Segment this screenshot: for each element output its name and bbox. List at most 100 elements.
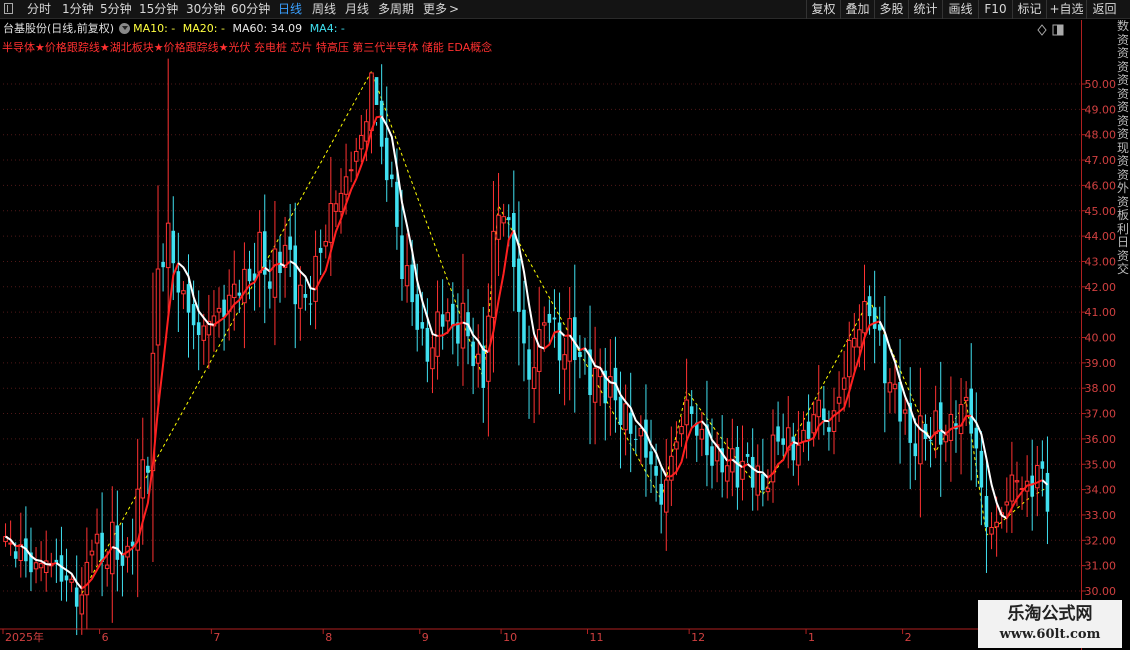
side-char: 资 [1116,86,1129,101]
candle-body [374,77,379,105]
candle-body [84,561,90,596]
candle-body [384,137,389,181]
multi-stock-button[interactable]: 多股 [874,0,908,19]
ma-lines [4,115,1049,590]
x-tick-label: 2 [905,631,912,644]
candle-body [557,322,562,361]
candle-body [257,231,262,274]
candle-body [659,483,663,505]
tab-daily[interactable]: 日线 [278,0,302,19]
candle-body [512,213,516,267]
grid-lines [3,83,1081,592]
candle-body [390,174,394,180]
x-tick-label: 9 [422,631,429,644]
candle-body [994,521,999,528]
back-button[interactable]: 返回 [1086,0,1122,19]
x-tick-label: 2025年 [5,630,44,644]
add-watchlist-button[interactable]: +自选 [1046,0,1086,19]
tab-monthly[interactable]: 月线 [345,0,369,19]
candle-body [822,408,826,421]
candle-body [649,451,653,465]
candle-body [475,353,481,364]
candle-body [89,550,95,556]
candle-body [379,100,384,147]
tab-multi-period[interactable]: 多周期 [378,0,414,19]
candle-body [928,440,933,442]
y-tick-label: 49.00 [1085,103,1117,116]
tab-weekly[interactable]: 周线 [312,0,336,19]
y-tick-label: 47.00 [1085,154,1117,167]
window-controls [1036,22,1076,36]
tab-5min[interactable]: 5分钟 [100,0,132,19]
candle-body [918,415,923,465]
candle-body [765,487,771,493]
tab-30min[interactable]: 30分钟 [186,0,225,19]
zigzag-polyline [81,70,1048,594]
y-tick-label: 33.00 [1085,509,1117,522]
statistics-button[interactable]: 统计 [908,0,942,19]
y-tick-label: 30.00 [1085,585,1117,598]
candlesticks [3,58,1050,636]
panel-toggle-icon[interactable] [4,3,13,14]
candle-body [216,307,222,313]
side-char: 板 [1116,208,1129,222]
candle-body [38,563,44,569]
candle-body [303,294,308,298]
candle-body [69,578,74,583]
candle-body [938,402,943,445]
overlay-button[interactable]: 叠加 [840,0,874,19]
candle-body [201,325,207,341]
diamond-icon[interactable] [1037,24,1047,36]
candle-body [353,150,359,162]
candle-body [471,341,475,367]
price-chart[interactable]: 30.00 31.00 32.00 33.00 34.00 35.00 36.00 37.00… [0,0,1130,650]
side-char: 外 [1116,181,1129,195]
candle-body [623,403,628,431]
tab-minute-chart[interactable]: 分时 [27,0,51,19]
candle-body [501,216,506,224]
y-tick-label: 40.00 [1085,332,1117,345]
f10-button[interactable]: F10 [978,0,1012,19]
ma4-label: MA4: - [309,22,345,35]
candle-body [958,404,964,435]
candle-body [573,317,577,361]
candle-body [963,396,969,402]
candle-body [517,258,521,312]
candle-body [272,248,278,298]
tab-60min[interactable]: 60分钟 [231,0,270,19]
candle-body [857,329,862,348]
side-char: 资 [1116,32,1129,47]
candle-body [333,203,339,212]
candle-body [13,551,18,559]
y-tick-label: 38.00 [1085,382,1117,395]
candle-body [969,388,973,434]
candle-body [679,426,684,435]
restore-icon[interactable] [1052,24,1064,36]
adjust-price-button[interactable]: 复权 [806,0,840,19]
candle-body [684,399,689,426]
tab-1min[interactable]: 1分钟 [62,0,94,19]
candle-body [628,412,633,434]
candle-body [191,304,196,326]
candle-body [359,134,364,150]
candle-body [328,203,334,243]
candle-body [420,322,425,329]
mark-button[interactable]: 标记 [1012,0,1046,19]
candle-body [313,255,318,302]
candle-body [913,443,918,457]
tab-more[interactable]: 更多 > [423,0,459,19]
side-char: 资 [1116,127,1129,141]
candle-body [1014,480,1020,483]
candle-body [364,121,369,142]
tab-15min[interactable]: 15分钟 [139,0,178,19]
candle-body [816,399,822,418]
candle-body [104,564,110,569]
candle-body [496,214,501,240]
ma-line-rising [564,334,570,337]
candle-body [79,594,85,615]
candle-body [456,322,460,344]
candle-body [1030,475,1034,497]
side-char: 资 [1116,154,1129,168]
indicator-dropdown-icon[interactable] [119,23,131,34]
draw-line-button[interactable]: 画线 [942,0,978,19]
